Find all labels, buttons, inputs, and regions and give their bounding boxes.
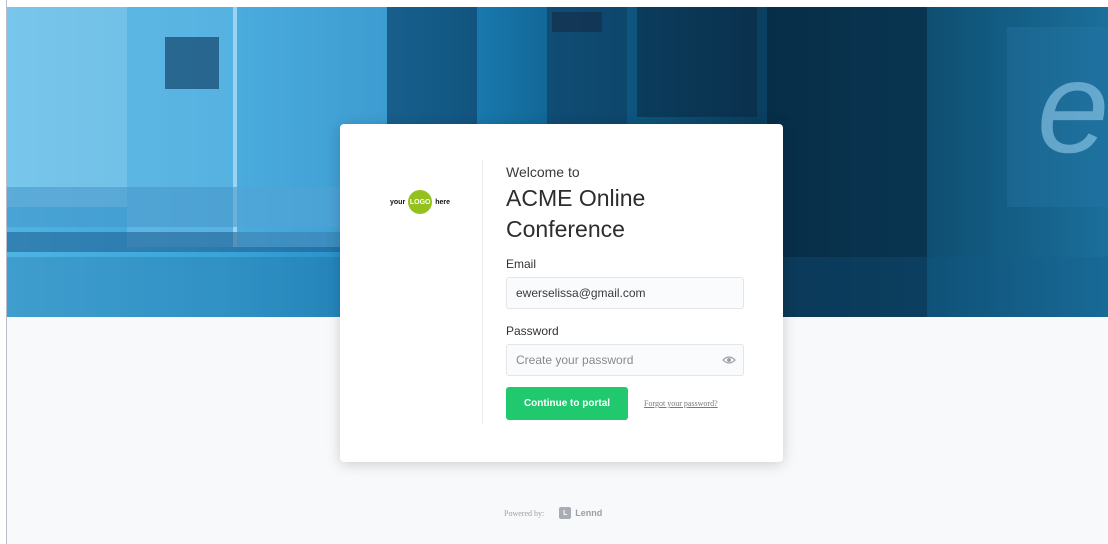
lennd-brand-name[interactable]: Lennd xyxy=(575,508,602,518)
eye-icon[interactable] xyxy=(722,355,736,365)
welcome-text: Welcome to xyxy=(506,164,580,180)
hero-shape xyxy=(637,7,757,117)
continue-to-portal-button[interactable]: Continue to portal xyxy=(506,387,628,420)
hero-shape xyxy=(165,37,219,89)
password-field[interactable] xyxy=(516,353,734,367)
lennd-logo-icon[interactable]: L xyxy=(559,507,572,519)
window-frame-left xyxy=(0,0,7,544)
forgot-password-link[interactable]: Forgot your password? xyxy=(644,399,718,408)
hero-decorative-letter: e xyxy=(1037,34,1108,180)
password-field-wrapper xyxy=(506,344,744,376)
email-field[interactable] xyxy=(516,286,734,300)
powered-by-footer: Powered by: L Lennd xyxy=(504,507,602,519)
form-actions: Continue to portal Forgot your password? xyxy=(506,387,746,420)
login-card: your LOGO here Welcome to ACME Online Co… xyxy=(340,124,783,462)
window-frame-top xyxy=(0,0,1108,7)
event-title-line1: ACME Online xyxy=(506,185,646,211)
password-label: Password xyxy=(506,324,559,338)
hero-shape xyxy=(552,12,602,32)
event-title-line2: Conference xyxy=(506,216,625,242)
card-divider xyxy=(482,160,483,424)
email-label: Email xyxy=(506,257,537,271)
event-title: ACME Online Conference xyxy=(506,183,746,245)
email-field-wrapper xyxy=(506,277,744,309)
event-logo: your LOGO here xyxy=(370,188,470,216)
powered-by-label: Powered by: xyxy=(504,508,545,518)
login-form: Welcome to ACME Online Conference Email … xyxy=(506,164,746,420)
hero-shape xyxy=(7,7,127,207)
logo-circle: LOGO xyxy=(408,190,433,214)
logo-prefix: your xyxy=(390,198,406,206)
logo-suffix: here xyxy=(435,198,450,206)
